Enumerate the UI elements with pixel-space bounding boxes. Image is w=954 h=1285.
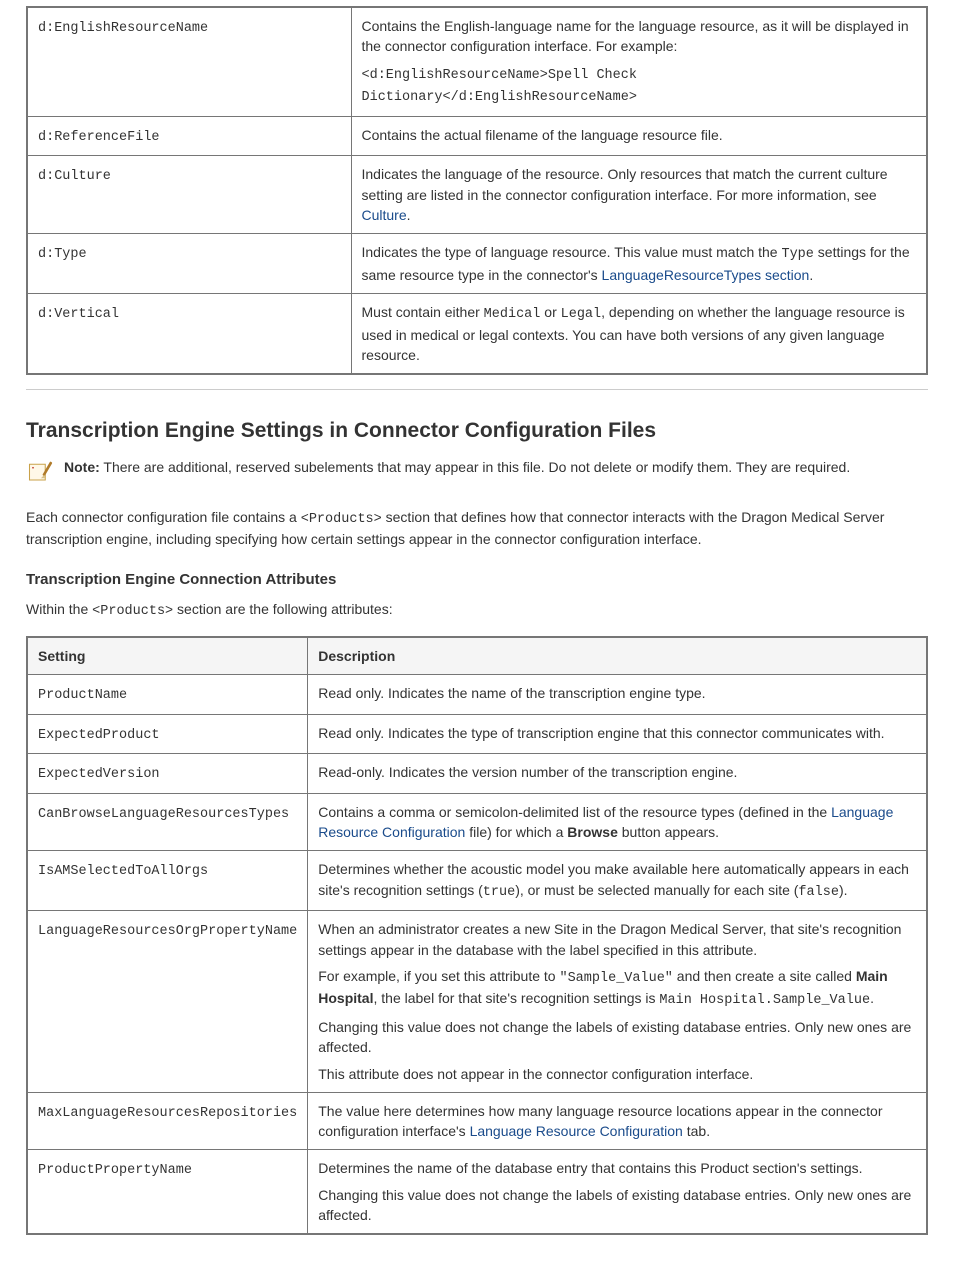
table-row: CanBrowseLanguageResourcesTypes Contains…	[27, 793, 927, 851]
table-row: IsAMSelectedToAllOrgs Determines whether…	[27, 851, 927, 911]
table-row: MaxLanguageResourcesRepositories The val…	[27, 1092, 927, 1150]
cell-text: For example, if you set this attribute t…	[318, 968, 559, 984]
inline-code: Medical	[484, 307, 541, 322]
section-divider	[26, 389, 928, 390]
table-row: d:EnglishResourceName Contains the Engli…	[27, 7, 927, 116]
subelement-name: d:ReferenceFile	[38, 130, 160, 145]
inline-code: <Products>	[301, 512, 382, 527]
code-example: <d:EnglishResourceName>Spell Check	[362, 68, 637, 83]
language-resource-subelements-table: d:EnglishResourceName Contains the Engli…	[26, 6, 928, 375]
setting-name: ExpectedVersion	[38, 767, 160, 782]
cell-text: or	[540, 304, 560, 320]
subelement-name: d:Vertical	[38, 307, 119, 322]
cell-text: file) for which a	[465, 824, 567, 840]
cell-text: .	[870, 990, 874, 1006]
setting-name: CanBrowseLanguageResourcesTypes	[38, 807, 289, 822]
culture-link[interactable]: Culture	[362, 207, 407, 223]
subelement-name: d:EnglishResourceName	[38, 21, 208, 36]
note-body: There are additional, reserved subelemen…	[103, 459, 850, 475]
cell-text: ), or must be selected manually for each…	[515, 882, 798, 898]
cell-text: Changing this value does not change the …	[318, 1187, 911, 1223]
table-row: d:Vertical Must contain either Medical o…	[27, 294, 927, 375]
language-resource-config-link[interactable]: Language Resource Configuration	[470, 1123, 683, 1139]
note-box: Note: There are additional, reserved sub…	[26, 457, 928, 487]
cell-text: tab.	[683, 1123, 710, 1139]
inline-code: <Products>	[92, 604, 173, 619]
cell-text: Read only. Indicates the name of the tra…	[318, 685, 705, 701]
table-row: d:ReferenceFile Contains the actual file…	[27, 116, 927, 156]
cell-text: Changing this value does not change the …	[318, 1019, 911, 1055]
bold-text: Browse	[567, 824, 618, 840]
inline-code: true	[483, 885, 515, 900]
cell-text: ).	[839, 882, 848, 898]
table-row: ExpectedProduct Read only. Indicates the…	[27, 714, 927, 754]
language-resource-types-link[interactable]: LanguageResourceTypes section	[602, 267, 810, 283]
connection-attributes-table: Setting Description ProductName Read onl…	[26, 636, 928, 1236]
cell-text: Read-only. Indicates the version number …	[318, 764, 737, 780]
section-lead: Each connector configuration file contai…	[26, 507, 928, 550]
table-row: ProductName Read only. Indicates the nam…	[27, 675, 927, 715]
inline-code: Legal	[561, 307, 602, 322]
product-name: Dragon Medical Server	[620, 921, 762, 937]
cell-text: , the label for that site's recognition …	[373, 990, 659, 1006]
section-heading: Transcription Engine Settings in Connect…	[26, 416, 928, 446]
note-icon	[26, 459, 54, 487]
cell-text: .	[407, 207, 411, 223]
setting-name: ProductPropertyName	[38, 1163, 192, 1178]
cell-text: Contains the actual filename of the lang…	[362, 127, 723, 143]
table-row: d:Type Indicates the type of language re…	[27, 234, 927, 294]
cell-text: When an administrator creates a new Site…	[318, 921, 620, 937]
col-header-description: Description	[308, 637, 927, 675]
cell-text: Contains the English-language name for t…	[362, 18, 909, 54]
cell-text: Read only. Indicates the type of transcr…	[318, 725, 884, 741]
table-row: LanguageResourcesOrgPropertyName When an…	[27, 911, 927, 1093]
cell-text: Determines the name of the database entr…	[318, 1160, 862, 1176]
table-row: d:Culture Indicates the language of the …	[27, 156, 927, 234]
cell-text: button appears.	[618, 824, 719, 840]
inline-code: "Sample_Value"	[559, 971, 672, 986]
cell-text: Must contain either	[362, 304, 484, 320]
cell-text: and then create a site called	[673, 968, 856, 984]
cell-text: .	[809, 267, 813, 283]
setting-name: IsAMSelectedToAllOrgs	[38, 864, 208, 879]
inline-code: Type	[781, 247, 813, 262]
setting-name: ExpectedProduct	[38, 728, 160, 743]
setting-name: ProductName	[38, 688, 127, 703]
subelement-name: d:Culture	[38, 169, 111, 184]
inline-code: false	[798, 885, 839, 900]
cell-text: This attribute does not appear in the co…	[318, 1066, 753, 1082]
cell-text: Indicates the language of the resource. …	[362, 166, 888, 202]
setting-name: LanguageResourcesOrgPropertyName	[38, 924, 297, 939]
cell-text: Indicates the type of language resource.…	[362, 244, 782, 260]
subsection-lead: Within the <Products> section are the fo…	[26, 599, 928, 622]
setting-name: MaxLanguageResourcesRepositories	[38, 1106, 297, 1121]
note-label: Note:	[64, 459, 100, 475]
col-header-setting: Setting	[27, 637, 308, 675]
subelement-name: d:Type	[38, 247, 87, 262]
code-example: Dictionary</d:EnglishResourceName>	[362, 90, 637, 105]
table-row: ProductPropertyName Determines the name …	[27, 1150, 927, 1234]
cell-text: Contains a comma or semicolon-delimited …	[318, 804, 831, 820]
inline-code: Main Hospital.Sample_Value	[659, 993, 870, 1008]
table-row: ExpectedVersion Read-only. Indicates the…	[27, 754, 927, 794]
subsection-heading: Transcription Engine Connection Attribut…	[26, 569, 928, 591]
table-header-row: Setting Description	[27, 637, 927, 675]
